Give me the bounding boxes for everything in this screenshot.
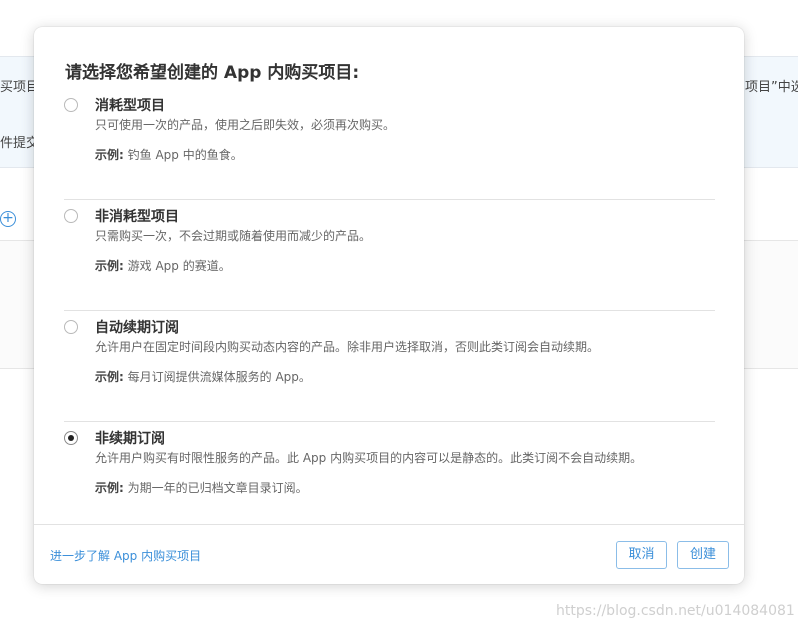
option-description: 允许用户在固定时间段内购买动态内容的产品。除非用户选择取消，否则此类订阅会自动续… <box>95 340 600 354</box>
create-button[interactable]: 创建 <box>677 541 729 569</box>
add-circle-icon[interactable]: + <box>0 211 16 227</box>
example-text: 钓鱼 App 中的鱼食。 <box>127 148 243 162</box>
learn-more-link[interactable]: 进一步了解 App 内购买项目 <box>50 547 201 564</box>
option-consumable[interactable]: 消耗型项目 只可使用一次的产品，使用之后即失效，必须再次购买。 示例: 钓鱼 A… <box>64 89 715 200</box>
option-description: 允许用户购买有时限性服务的产品。此 App 内购买项目的内容可以是静态的。此类订… <box>95 451 643 465</box>
option-non-consumable[interactable]: 非消耗型项目 只需购买一次，不会过期或随着使用而减少的产品。 示例: 游戏 Ap… <box>64 200 715 311</box>
option-description: 只需购买一次，不会过期或随着使用而减少的产品。 <box>95 229 372 243</box>
option-example: 示例: 每月订阅提供流媒体服务的 App。 <box>95 368 311 385</box>
example-label: 示例: <box>95 370 124 384</box>
example-text: 为期一年的已归档文章目录订阅。 <box>127 481 308 495</box>
example-text: 每月订阅提供流媒体服务的 App。 <box>127 370 311 384</box>
background-text: 项目”中选 <box>745 80 798 95</box>
option-auto-renewable-subscription[interactable]: 自动续期订阅 允许用户在固定时间段内购买动态内容的产品。除非用户选择取消，否则此… <box>64 311 715 422</box>
footer-divider <box>34 524 744 525</box>
create-iap-dialog: 请选择您希望创建的 App 内购买项目: 消耗型项目 只可使用一次的产品，使用之… <box>34 27 744 584</box>
option-example: 示例: 钓鱼 App 中的鱼食。 <box>95 146 243 163</box>
cancel-button[interactable]: 取消 <box>616 541 667 569</box>
radio-selected-dot <box>68 435 74 441</box>
radio-non-consumable[interactable] <box>64 209 78 223</box>
option-title: 消耗型项目 <box>95 98 165 114</box>
option-non-renewing-subscription[interactable]: 非续期订阅 允许用户购买有时限性服务的产品。此 App 内购买项目的内容可以是静… <box>64 422 715 533</box>
iap-type-options: 消耗型项目 只可使用一次的产品，使用之后即失效，必须再次购买。 示例: 钓鱼 A… <box>64 89 715 533</box>
radio-consumable[interactable] <box>64 98 78 112</box>
option-example: 示例: 游戏 App 的赛道。 <box>95 257 231 274</box>
option-title: 自动续期订阅 <box>95 320 179 336</box>
option-example: 示例: 为期一年的已归档文章目录订阅。 <box>95 479 308 496</box>
example-label: 示例: <box>95 148 124 162</box>
example-label: 示例: <box>95 259 124 273</box>
radio-auto-renewable-subscription[interactable] <box>64 320 78 334</box>
example-text: 游戏 App 的赛道。 <box>127 259 231 273</box>
dialog-title: 请选择您希望创建的 App 内购买项目: <box>65 63 360 83</box>
option-title: 非续期订阅 <box>95 431 165 447</box>
option-description: 只可使用一次的产品，使用之后即失效，必须再次购买。 <box>95 118 396 132</box>
example-label: 示例: <box>95 481 124 495</box>
radio-non-renewing-subscription[interactable] <box>64 431 78 445</box>
option-title: 非消耗型项目 <box>95 209 179 225</box>
watermark: https://blog.csdn.net/u014084081 <box>556 603 795 619</box>
